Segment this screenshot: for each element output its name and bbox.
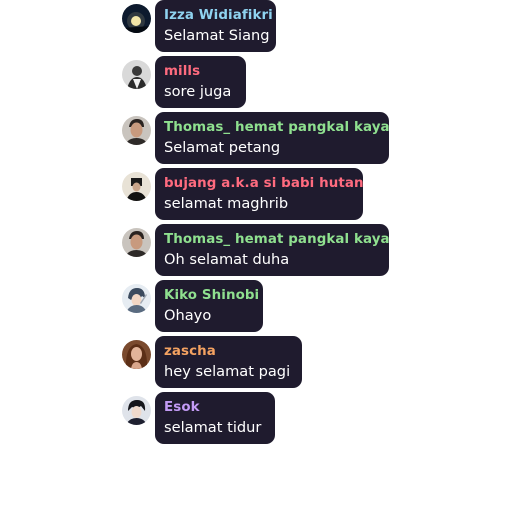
message-bubble: Kiko Shinobi Ohayo <box>155 280 263 332</box>
username[interactable]: Esok <box>164 400 200 415</box>
message-bubble: bujang a.k.a si babi hutan selamat maghr… <box>155 168 364 220</box>
username[interactable]: Thomas_ hemat pangkal kaya <box>164 232 390 247</box>
username[interactable]: Kiko Shinobi <box>164 288 259 303</box>
message-text: selamat tidur <box>164 419 262 436</box>
message-text: Ohayo <box>164 307 212 324</box>
message-text: selamat maghrib <box>164 195 289 212</box>
man-portrait-avatar-icon[interactable] <box>122 116 151 145</box>
username[interactable]: bujang a.k.a si babi hutan <box>164 176 364 191</box>
chat-message-list: Izza Widiafikri Selamat Siang mills sore… <box>0 0 512 512</box>
person-grayscale-avatar-icon[interactable] <box>122 60 151 89</box>
message-bubble: Thomas_ hemat pangkal kaya Selamat petan… <box>155 112 390 164</box>
message-text: hey selamat pagi <box>164 363 291 380</box>
message-bubble: mills sore juga <box>155 56 246 108</box>
man-portrait-avatar-icon[interactable] <box>122 228 151 257</box>
message-bubble: Izza Widiafikri Selamat Siang <box>155 0 276 52</box>
username[interactable]: Thomas_ hemat pangkal kaya <box>164 120 390 135</box>
message-bubble: Thomas_ hemat pangkal kaya Oh selamat du… <box>155 224 390 276</box>
username[interactable]: mills <box>164 64 200 79</box>
message-text: sore juga <box>164 83 232 100</box>
message-text: Selamat Siang <box>164 27 270 44</box>
message-bubble: Esok selamat tidur <box>155 392 275 444</box>
night-sky-avatar-icon[interactable] <box>122 4 151 33</box>
message-text: Oh selamat duha <box>164 251 290 268</box>
woman-portrait-avatar-icon[interactable] <box>122 340 151 369</box>
anime-character-avatar-icon[interactable] <box>122 284 151 313</box>
username[interactable]: zascha <box>164 344 216 359</box>
username[interactable]: Izza Widiafikri <box>164 8 273 23</box>
message-bubble: zascha hey selamat pagi <box>155 336 302 388</box>
message-text: Selamat petang <box>164 139 281 156</box>
dark-figure-avatar-icon[interactable] <box>122 172 151 201</box>
dark-hair-avatar-icon[interactable] <box>122 396 151 425</box>
